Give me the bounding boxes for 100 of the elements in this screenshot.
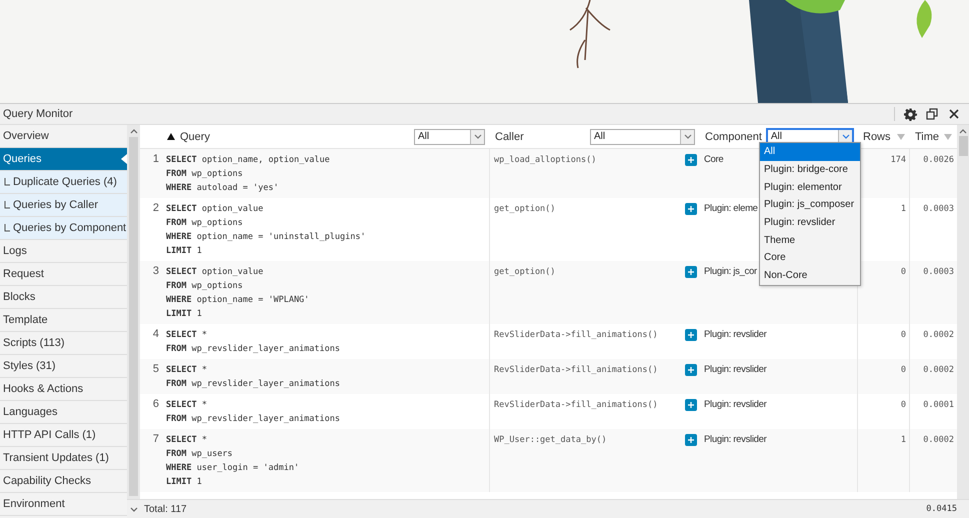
scroll-up-icon[interactable] [130, 129, 138, 134]
caller-name: get_option() [494, 266, 556, 279]
sidebar-scrollbar[interactable] [127, 125, 140, 499]
column-header[interactable]: Component [705, 130, 762, 142]
component-name: Plugin: revslider [704, 434, 766, 445]
plus-icon [688, 437, 694, 443]
row-number: 1 [152, 153, 159, 165]
row-number: 7 [152, 433, 159, 445]
query-line: FROM wp_options [166, 280, 243, 293]
plus-icon [688, 367, 694, 373]
query-time: 0.0002 [923, 435, 954, 445]
caret-icon [474, 134, 482, 139]
query-line: WHERE autoload = 'yes' [166, 182, 279, 195]
component-name: Plugin: revslider [704, 364, 766, 375]
plus-icon [688, 269, 694, 275]
plus-icon [688, 402, 694, 408]
row-count: 1 [900, 435, 906, 445]
row-count: 0 [900, 365, 906, 375]
component-name: Plugin: revslider [704, 329, 766, 340]
dropdown-option[interactable]: Core [760, 249, 860, 267]
table-scrollbar[interactable] [957, 125, 969, 499]
sidebar-item[interactable]: Queries by Caller [0, 194, 127, 217]
query-line: SELECT option_name, option_value [166, 154, 330, 167]
settings-button[interactable] [903, 107, 917, 121]
row-count: 0 [900, 330, 906, 340]
query-line: WHERE option_name = 'WPLANG' [166, 294, 310, 307]
query-line: FROM wp_options [166, 217, 243, 230]
expand-button[interactable] [685, 364, 697, 376]
caller-name: wp_load_alloptions() [494, 154, 596, 167]
row-count: 0 [900, 400, 906, 410]
query-time: 0.0001 [923, 400, 954, 410]
sidebar-item[interactable]: Queries [0, 148, 127, 171]
pop-out-button[interactable] [925, 107, 939, 121]
query-line: LIMIT 1 [166, 245, 202, 258]
query-line: FROM wp_revslider_layer_animations [166, 343, 340, 356]
query-line: FROM wp_users [166, 448, 233, 461]
column-header[interactable]: Query [180, 130, 210, 142]
column-header[interactable]: Rows [863, 130, 891, 142]
column-header[interactable]: Caller [495, 130, 524, 142]
query-line: SELECT option_value [166, 203, 264, 216]
dropdown-option[interactable]: Plugin: js_composer [760, 196, 860, 214]
query-line: LIMIT 1 [166, 476, 202, 489]
expand-button[interactable] [685, 203, 697, 215]
expand-button[interactable] [685, 154, 697, 166]
row-number: 2 [152, 202, 159, 214]
caller-name: get_option() [494, 203, 556, 216]
row-number: 4 [152, 328, 159, 340]
row-number: 5 [152, 363, 159, 375]
expand-button[interactable] [685, 434, 697, 446]
sidebar-item[interactable]: Queries by Component [0, 217, 127, 240]
scroll-down-icon[interactable] [130, 506, 138, 512]
close-button[interactable] [947, 107, 961, 121]
query-line: SELECT* [166, 434, 207, 447]
row-count: 174 [890, 155, 906, 165]
component-name: Core [704, 154, 724, 165]
column-header[interactable]: Time [915, 130, 940, 142]
query-line: SELECT option_value [166, 266, 264, 279]
scroll-up-icon[interactable] [959, 129, 967, 134]
query-time: 0.0003 [923, 267, 954, 277]
row-count: 0 [900, 267, 906, 277]
sort-ascending-icon[interactable] [167, 133, 175, 140]
expand-button[interactable] [685, 399, 697, 411]
row-number: 3 [152, 265, 159, 277]
row-number: 6 [152, 398, 159, 410]
dropdown-option[interactable]: Non-Core [760, 266, 860, 284]
plus-icon [688, 332, 694, 338]
dropdown-option[interactable]: Plugin: bridge-core [760, 160, 860, 178]
sidebar-item[interactable]: Duplicate Queries (4) [0, 171, 127, 194]
tree-branch-icon [4, 201, 10, 209]
tree-branch-icon [4, 224, 10, 232]
caret-icon [684, 134, 692, 139]
row-count: 1 [900, 204, 906, 214]
expand-button[interactable] [685, 266, 697, 278]
expand-button[interactable] [685, 329, 697, 341]
panel-title: Query Monitor [3, 108, 73, 120]
plus-icon [688, 206, 694, 212]
query-line: WHERE user_login = 'admin' [166, 462, 300, 475]
component-name: Plugin: eleme [704, 203, 758, 214]
query-time: 0.0002 [923, 330, 954, 340]
total-time: 0.0415 [926, 504, 957, 514]
caret-icon [842, 134, 850, 139]
caller-name: RevSliderData->fill_animations() [494, 399, 658, 412]
caller-name: RevSliderData->fill_animations() [494, 329, 658, 342]
tree-branch-icon [4, 178, 10, 186]
component-name: Plugin: js_cor [704, 266, 757, 277]
caller-name: WP_User::get_data_by() [494, 434, 607, 447]
query-line: WHERE option_name = 'uninstall_plugins' [166, 231, 366, 244]
query-line: LIMIT 1 [166, 308, 202, 321]
dropdown-option[interactable]: Plugin: elementor [760, 178, 860, 196]
query-line: SELECT* [166, 399, 207, 412]
dropdown-option[interactable]: All [760, 143, 860, 161]
query-line: FROM wp_revslider_layer_animations [166, 378, 340, 391]
scrollbar-thumb[interactable] [958, 136, 968, 156]
caller-name: RevSliderData->fill_animations() [494, 364, 658, 377]
filter-select[interactable]: All [414, 128, 485, 144]
query-line: SELECT* [166, 329, 207, 342]
query-line: FROM wp_revslider_layer_animations [166, 413, 340, 426]
dropdown-option[interactable]: Plugin: revslider [760, 214, 860, 232]
filter-select[interactable]: All [590, 128, 695, 144]
dropdown-option[interactable]: Theme [760, 231, 860, 250]
